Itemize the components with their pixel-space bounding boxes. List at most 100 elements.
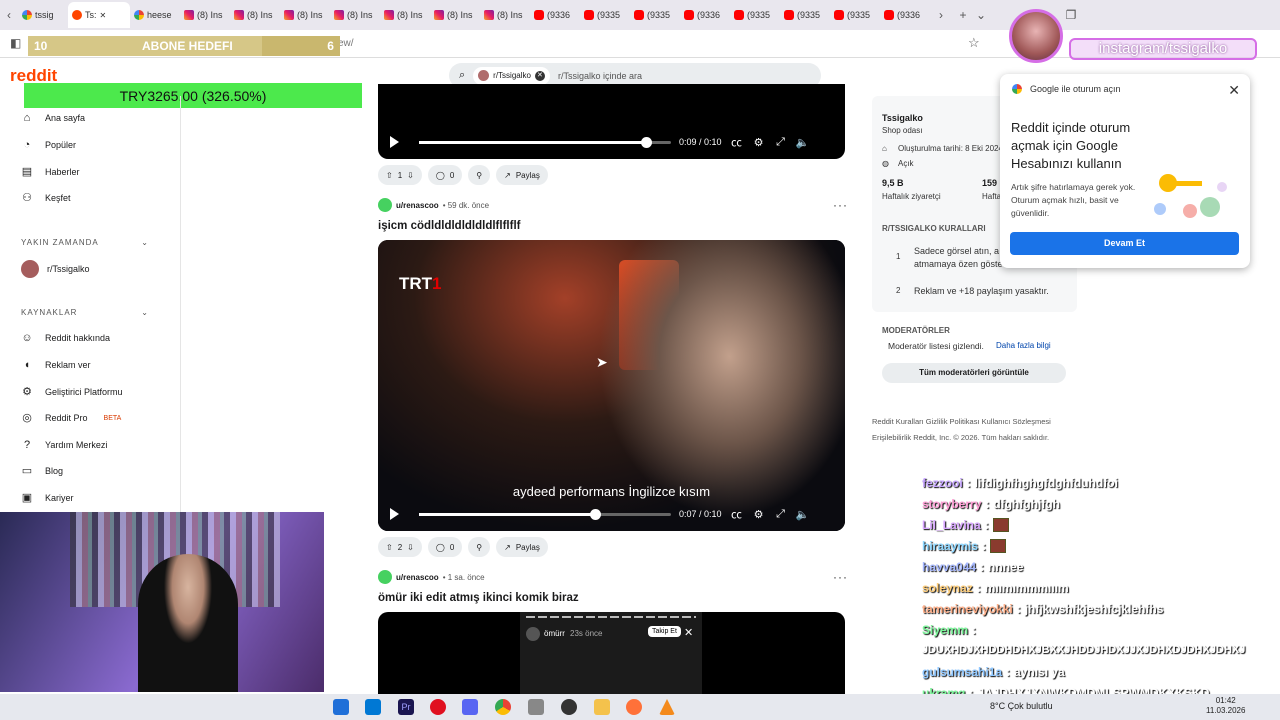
footer-links[interactable]: Reddit Kuralları Gizlilik Politikası Kul… <box>872 417 1051 426</box>
chat-username[interactable]: Siyemm <box>922 623 968 637</box>
vote-control[interactable]: ⇧ 2 ⇩ <box>378 537 422 557</box>
more-options-icon[interactable]: ··· <box>833 198 848 212</box>
browser-tab[interactable]: (8) Ins <box>330 2 380 28</box>
firefox-icon[interactable] <box>626 699 642 715</box>
follow-button[interactable]: Takip Et <box>648 626 681 637</box>
recent-section-header[interactable]: YAKIN ZAMANDA ⌄ <box>21 238 149 247</box>
volume-icon[interactable]: 🔈 <box>796 136 810 149</box>
browser-tab[interactable]: Ts: ✕ <box>68 2 130 28</box>
close-icon[interactable]: ✕ <box>1228 82 1240 99</box>
chrome-icon[interactable] <box>495 699 511 715</box>
browser-tab[interactable]: heese <box>130 2 180 28</box>
outlook-icon[interactable] <box>365 699 381 715</box>
nav-reddit-pro[interactable]: ◎ Reddit Pro BETA <box>21 410 121 426</box>
post-video-player[interactable]: 0:09 / 0:10 ㏄ ⚙ ⤢ 🔈 <box>378 84 845 159</box>
play-icon[interactable] <box>390 508 399 520</box>
rule-text[interactable]: Sadece görsel atın, a <box>914 246 999 256</box>
upvote-icon[interactable]: ⇧ <box>386 543 393 552</box>
nav-advertise[interactable]: ◖ Reklam ver <box>21 357 91 373</box>
fullscreen-icon[interactable]: ⤢ <box>774 136 788 149</box>
comments-button[interactable]: ◯ 0 <box>427 537 463 557</box>
play-icon[interactable] <box>390 136 399 148</box>
view-all-moderators-button[interactable]: Tüm moderatörleri görüntüle <box>882 363 1066 383</box>
vote-control[interactable]: ⇧ 1 ⇩ <box>378 165 422 185</box>
taskbar-clock[interactable]: 01:42 11.03.2026 <box>1206 696 1245 716</box>
chat-username[interactable]: fezzooi <box>922 476 963 490</box>
nav-explore[interactable]: ⚇ Keşfet <box>21 190 70 206</box>
post-title[interactable]: ömür iki edit atmış ikinci komik biraz <box>378 592 579 604</box>
chat-username[interactable]: hiraaymis <box>922 539 978 553</box>
share-button[interactable]: ↗ Paylaş <box>496 537 548 557</box>
upvote-icon[interactable]: ⇧ <box>386 171 393 180</box>
nav-blog[interactable]: ▭ Blog <box>21 463 63 479</box>
post-author[interactable]: u/renascoo <box>396 201 439 210</box>
rule-text-continued[interactable]: atmamaya özen göste <box>914 259 1003 269</box>
chat-username[interactable]: ukramg <box>922 686 965 694</box>
post-author[interactable]: u/renascoo <box>396 573 439 582</box>
browser-tab[interactable]: (8) Ins <box>230 2 280 28</box>
chat-username[interactable]: gulsumsahi1a <box>922 665 1002 679</box>
nav-news[interactable]: ▤ Haberler <box>21 164 80 180</box>
nav-developer-platform[interactable]: ⚙ Geliştirici Platformu <box>21 384 122 400</box>
browser-tab[interactable]: (9336 <box>680 2 730 28</box>
opera-icon[interactable] <box>430 699 446 715</box>
browser-tab[interactable]: (9335 <box>830 2 880 28</box>
premiere-icon[interactable]: Pr <box>398 699 414 715</box>
award-button[interactable]: ⚲ <box>468 537 491 557</box>
resources-section-header[interactable]: KAYNAKLAR ⌄ <box>21 308 149 317</box>
new-tab-icon[interactable]: + <box>954 8 972 22</box>
more-options-icon[interactable]: ··· <box>833 570 848 584</box>
recent-community-item[interactable]: r/Tssigalko <box>21 260 90 278</box>
browser-tab[interactable]: (8) Ins <box>280 2 330 28</box>
chat-username[interactable]: tamerineviyokki <box>922 602 1013 616</box>
browser-tab[interactable]: tssig <box>18 2 68 28</box>
browser-tab[interactable]: (9335 <box>780 2 830 28</box>
share-button[interactable]: ↗ Paylaş <box>496 165 548 185</box>
video-progress-track[interactable] <box>419 136 671 148</box>
downvote-icon[interactable]: ⇩ <box>407 543 414 552</box>
search-community-chip[interactable]: r/Tssigalko ✕ <box>473 66 550 85</box>
browser-tab[interactable]: (8) Ins <box>380 2 430 28</box>
rule-text[interactable]: Reklam ve +18 paylaşım yasaktır. <box>914 286 1049 296</box>
browser-tab[interactable]: (9335 <box>630 2 680 28</box>
tab-list-icon[interactable]: ⌄ <box>972 8 990 22</box>
fullscreen-icon[interactable]: ⤢ <box>774 508 788 521</box>
browser-tab[interactable]: (8) Ins <box>430 2 480 28</box>
chat-username[interactable]: soleynaz <box>922 581 973 595</box>
tab-scroll-right-icon[interactable]: › <box>932 8 950 22</box>
user-avatar[interactable] <box>378 198 392 212</box>
settings-gear-icon[interactable]: ⚙ <box>752 508 766 521</box>
browser-tab[interactable]: (9336 <box>530 2 580 28</box>
continue-button[interactable]: Devam Et <box>1010 232 1239 255</box>
volume-icon[interactable]: 🔈 <box>796 508 810 521</box>
video-scrubber-handle[interactable] <box>640 136 652 148</box>
browser-tab[interactable]: (8) Ins <box>180 2 230 28</box>
chat-username[interactable]: Lil_Lavina <box>922 518 981 532</box>
url-text[interactable]: ew/ <box>338 38 354 49</box>
start-icon[interactable] <box>333 699 349 715</box>
chat-username[interactable]: storyberry <box>922 497 981 511</box>
chat-username[interactable]: havva044 <box>922 560 976 574</box>
captions-icon[interactable]: ㏄ <box>730 134 744 150</box>
nav-popular[interactable]: ◔ Popüler <box>21 137 76 153</box>
nav-about-reddit[interactable]: ☺ Reddit hakkında <box>21 330 110 346</box>
sidebar-toggle-icon[interactable]: ◧ <box>10 36 21 50</box>
comments-button[interactable]: ◯ 0 <box>427 165 463 185</box>
moderators-more-link[interactable]: Daha fazla bilgi <box>996 341 1051 350</box>
vlc-icon[interactable] <box>659 699 675 715</box>
nav-home[interactable]: ⌂ Ana sayfa <box>21 110 85 126</box>
video-scrubber-handle[interactable] <box>590 508 602 520</box>
award-button[interactable]: ⚲ <box>468 165 491 185</box>
obs-icon[interactable] <box>561 699 577 715</box>
tab-scroll-left-icon[interactable]: ‹ <box>0 8 18 22</box>
downvote-icon[interactable]: ⇩ <box>407 171 414 180</box>
bookmark-star-icon[interactable]: ☆ <box>968 35 980 51</box>
file-explorer-icon[interactable] <box>594 699 610 715</box>
browser-tab[interactable]: (9335 <box>580 2 630 28</box>
window-maximize-icon[interactable]: ❐ <box>1062 8 1080 22</box>
browser-tab[interactable]: (9336 <box>880 2 930 28</box>
video-progress-track[interactable] <box>419 508 671 520</box>
nav-help-center[interactable]: ? Yardım Merkezi <box>21 437 107 453</box>
user-avatar[interactable] <box>378 570 392 584</box>
app-icon[interactable] <box>528 699 544 715</box>
